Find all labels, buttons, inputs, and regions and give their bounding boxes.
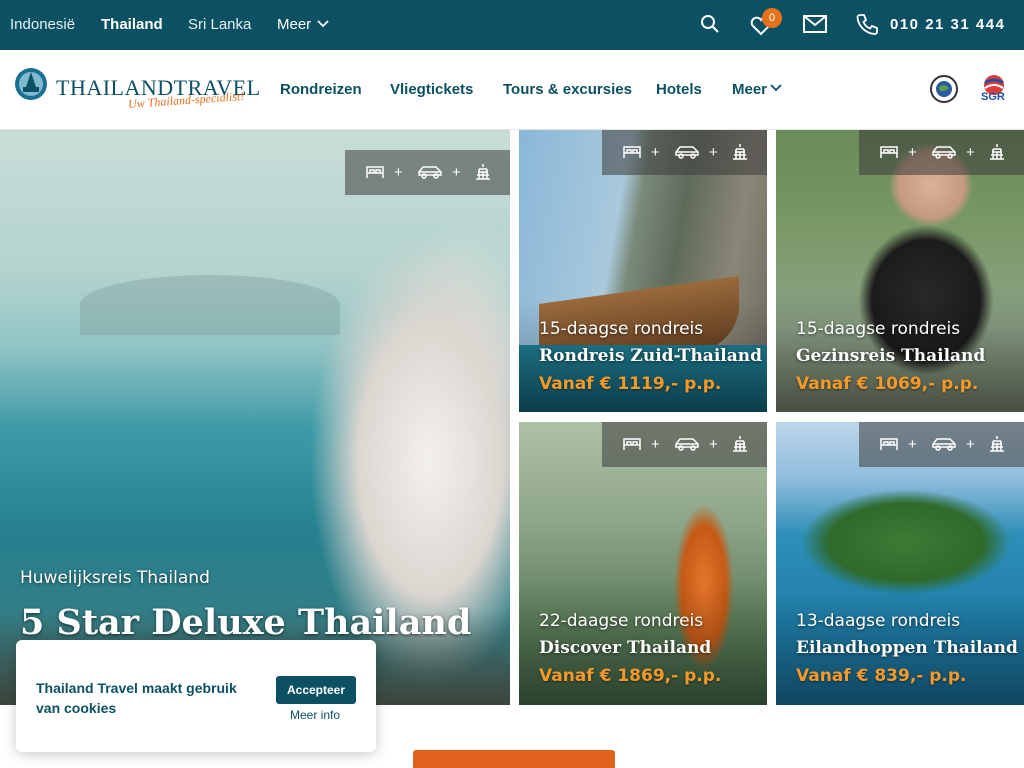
plus-sign: + [394,164,403,181]
sgr-logo[interactable]: SGR [978,74,1010,109]
tile-icons-bar: + + [602,422,767,467]
tile-price: Vanaf € 839,- p.p. [796,666,967,686]
cookie-banner: Thailand Travel maakt gebruik van cookie… [16,640,376,752]
car-icon [932,438,956,451]
bed-icon [623,146,641,158]
nav-meer-label: Meer [732,81,768,98]
temple-icon [990,144,1004,160]
plus-sign: + [966,436,975,453]
country-link-thailand[interactable]: Thailand [101,16,163,33]
tile-icons-bar: + + [345,150,510,195]
tile-title: 5 Star Deluxe Thailand [20,602,472,643]
favorites-count-badge: 0 [762,8,782,28]
tile-price: Vanaf € 1069,- p.p. [796,374,979,394]
more-tours-button[interactable] [413,750,615,768]
plus-sign: + [651,144,660,161]
temple-icon [733,436,747,452]
bed-icon [880,438,898,450]
car-icon [932,146,956,159]
countries-more-label: Meer [277,16,312,33]
phone-number-link[interactable]: 010 21 31 444 [890,16,1005,33]
tile-rondreis-zuid-thailand[interactable]: + + 15-daagse rondreis Rondreis Zuid-Tha… [519,130,767,412]
bed-icon [366,166,384,178]
car-icon [418,166,442,179]
tile-photo-detail [80,275,340,335]
tile-eilandhoppen-thailand[interactable]: + + 13-daagse rondreis Eilandhoppen Thai… [776,422,1024,705]
tile-title: Rondreis Zuid-Thailand [539,346,762,366]
top-bar: Indonesië Thailand Sri Lanka Meer 0 010 … [0,0,1024,50]
tile-5-star-deluxe[interactable]: + + Huwelijksreis Thailand 5 Star Deluxe… [0,130,510,705]
tile-price: Vanaf € 1119,- p.p. [539,374,722,394]
plus-sign: + [651,436,660,453]
tile-subtitle: Huwelijksreis Thailand [20,568,210,588]
tile-discover-thailand[interactable]: + + 22-daagse rondreis Discover Thailand… [519,422,767,705]
tile-subtitle: 15-daagse rondreis [796,319,961,339]
car-icon [675,438,699,451]
countries-more-dropdown[interactable]: Meer [277,16,329,33]
nav-meer-dropdown[interactable]: Meer [732,81,782,98]
main-header: THAILANDTRAVEL Uw Thailand-specialist! R… [0,50,1024,130]
country-link-indonesie[interactable]: Indonesië [10,16,75,33]
car-icon [675,146,699,159]
tile-icons-bar: + + [859,130,1024,175]
plus-sign: + [966,144,975,161]
bed-icon [880,146,898,158]
temple-icon [733,144,747,160]
nav-tours-excursies[interactable]: Tours & excursies [503,81,632,98]
tile-subtitle: 13-daagse rondreis [796,611,961,631]
plus-sign: + [908,436,917,453]
temple-logo-icon [15,68,47,100]
plus-sign: + [908,144,917,161]
temple-icon [990,436,1004,452]
chevron-down-icon [770,84,782,92]
nav-rondreizen[interactable]: Rondreizen [280,81,362,98]
accept-cookies-button[interactable]: Accepteer [276,676,356,704]
nav-hotels[interactable]: Hotels [656,81,702,98]
country-link-sri-lanka[interactable]: Sri Lanka [188,16,251,33]
sgr-logo-text: SGR [981,91,1005,103]
site-logo[interactable]: THAILANDTRAVEL Uw Thailand-specialist! [14,67,260,117]
tile-icons-bar: + + [859,422,1024,467]
bed-icon [623,438,641,450]
plus-sign: + [452,164,461,181]
phone-icon[interactable] [856,13,878,40]
mail-icon[interactable] [803,14,827,39]
temple-icon [476,164,490,180]
tile-subtitle: 15-daagse rondreis [539,319,704,339]
calamiteitenfonds-logo[interactable] [929,74,959,109]
tile-title: Discover Thailand [539,638,712,658]
nav-vliegtickets[interactable]: Vliegtickets [390,81,473,98]
plus-sign: + [709,144,718,161]
search-icon[interactable] [700,14,720,39]
tile-icons-bar: + + [602,130,767,175]
tile-title: Eilandhoppen Thailand [796,638,1018,658]
tile-title: Gezinsreis Thailand [796,346,986,366]
chevron-down-icon [317,20,329,28]
tile-subtitle: 22-daagse rondreis [539,611,704,631]
cookie-message: Thailand Travel maakt gebruik van cookie… [36,680,237,716]
tile-price: Vanaf € 1869,- p.p. [539,666,722,686]
cookie-more-info-link[interactable]: Meer info [290,708,340,722]
tile-gezinsreis-thailand[interactable]: + + 15-daagse rondreis Gezinsreis Thaila… [776,130,1024,412]
plus-sign: + [709,436,718,453]
